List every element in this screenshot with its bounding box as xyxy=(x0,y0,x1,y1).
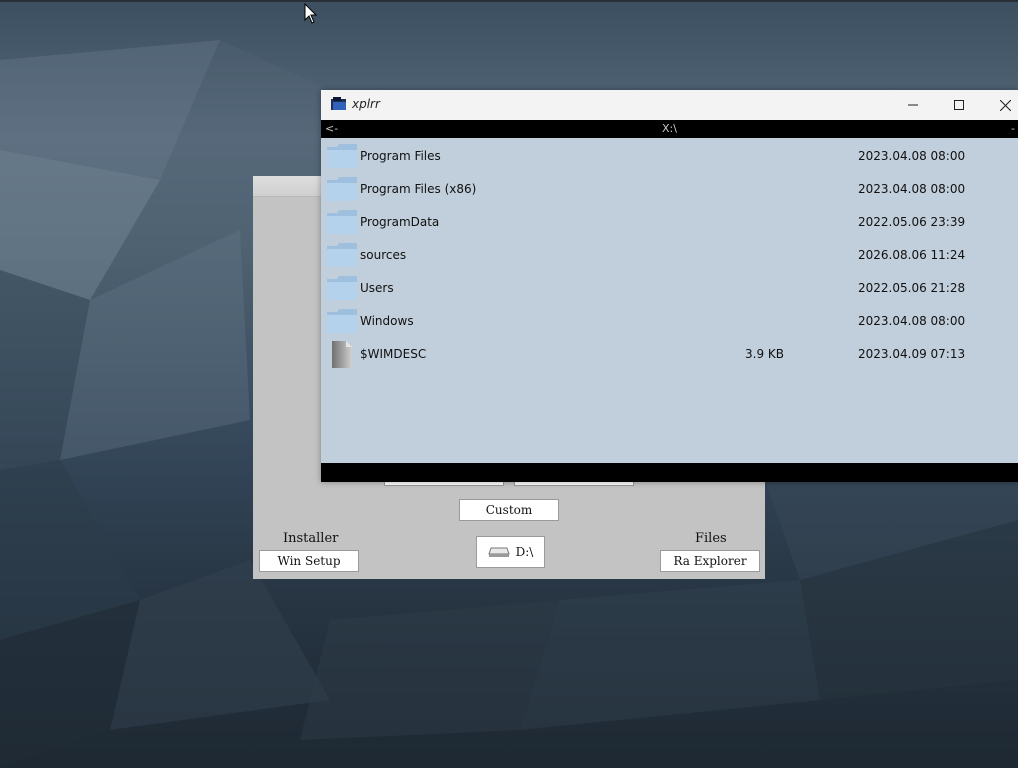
explorer-window: xplrr X:\ <- - Program Files 2023.04.08 … xyxy=(321,90,1018,482)
folder-icon xyxy=(327,144,357,168)
menu-button[interactable]: - xyxy=(1011,122,1015,135)
folder-icon xyxy=(327,243,357,267)
back-button[interactable]: <- xyxy=(325,122,338,135)
item-name: Program Files (x86) xyxy=(360,182,477,196)
item-date: 2023.04.09 07:13 xyxy=(858,347,966,361)
list-item[interactable]: $WIMDESC 3.9 KB 2023.04.09 07:13 xyxy=(321,338,1018,371)
item-name: Program Files xyxy=(360,149,441,163)
path-bar: X:\ <- - xyxy=(321,120,1018,138)
file-icon xyxy=(332,341,352,368)
item-date: 2023.04.08 08:00 xyxy=(858,314,966,328)
item-date: 2023.04.08 08:00 xyxy=(858,182,966,196)
desktop: Custom Installer Win Setup D:\ Files Ra … xyxy=(0,0,1018,768)
folder-icon xyxy=(327,210,357,234)
item-date: 2026.08.06 11:24 xyxy=(858,248,966,262)
minimize-icon xyxy=(908,104,918,106)
folder-icon xyxy=(327,309,357,333)
folder-icon xyxy=(327,276,357,300)
drive-icon xyxy=(487,547,510,557)
list-item[interactable]: Windows 2023.04.08 08:00 xyxy=(321,305,1018,338)
item-name: Windows xyxy=(360,314,414,328)
close-button[interactable] xyxy=(982,90,1018,120)
installer-label: Installer xyxy=(283,531,339,546)
list-item[interactable]: sources 2026.08.06 11:24 xyxy=(321,239,1018,272)
status-bar xyxy=(321,463,1018,482)
window-title: xplrr xyxy=(352,97,380,111)
minimize-button[interactable] xyxy=(890,90,936,120)
item-date: 2022.05.06 21:28 xyxy=(858,281,966,295)
item-size: 3.9 KB xyxy=(745,347,784,361)
item-name: Users xyxy=(360,281,394,295)
list-item[interactable]: Program Files 2023.04.08 08:00 xyxy=(321,140,1018,173)
list-item[interactable]: Users 2022.05.06 21:28 xyxy=(321,272,1018,305)
explorer-titlebar[interactable]: xplrr xyxy=(321,90,1018,120)
close-icon xyxy=(999,99,1011,111)
item-name: sources xyxy=(360,248,407,262)
current-path: X:\ xyxy=(662,122,677,135)
item-date: 2022.05.06 23:39 xyxy=(858,215,966,229)
maximize-icon xyxy=(954,100,964,110)
folder-icon xyxy=(327,177,357,201)
item-name: $WIMDESC xyxy=(360,347,427,361)
list-item[interactable]: Program Files (x86) 2023.04.08 08:00 xyxy=(321,173,1018,206)
drive-button[interactable]: D:\ xyxy=(476,536,545,568)
folder-app-icon xyxy=(331,97,346,110)
mouse-cursor-icon xyxy=(304,3,318,24)
drive-label: D:\ xyxy=(515,545,534,559)
item-date: 2023.04.08 08:00 xyxy=(858,149,966,163)
custom-button[interactable]: Custom xyxy=(459,499,559,521)
ra-explorer-button[interactable]: Ra Explorer xyxy=(660,550,760,572)
win-setup-button[interactable]: Win Setup xyxy=(259,550,359,572)
maximize-button[interactable] xyxy=(936,90,982,120)
list-item[interactable]: ProgramData 2022.05.06 23:39 xyxy=(321,206,1018,239)
item-name: ProgramData xyxy=(360,215,440,229)
files-label: Files xyxy=(695,531,727,546)
